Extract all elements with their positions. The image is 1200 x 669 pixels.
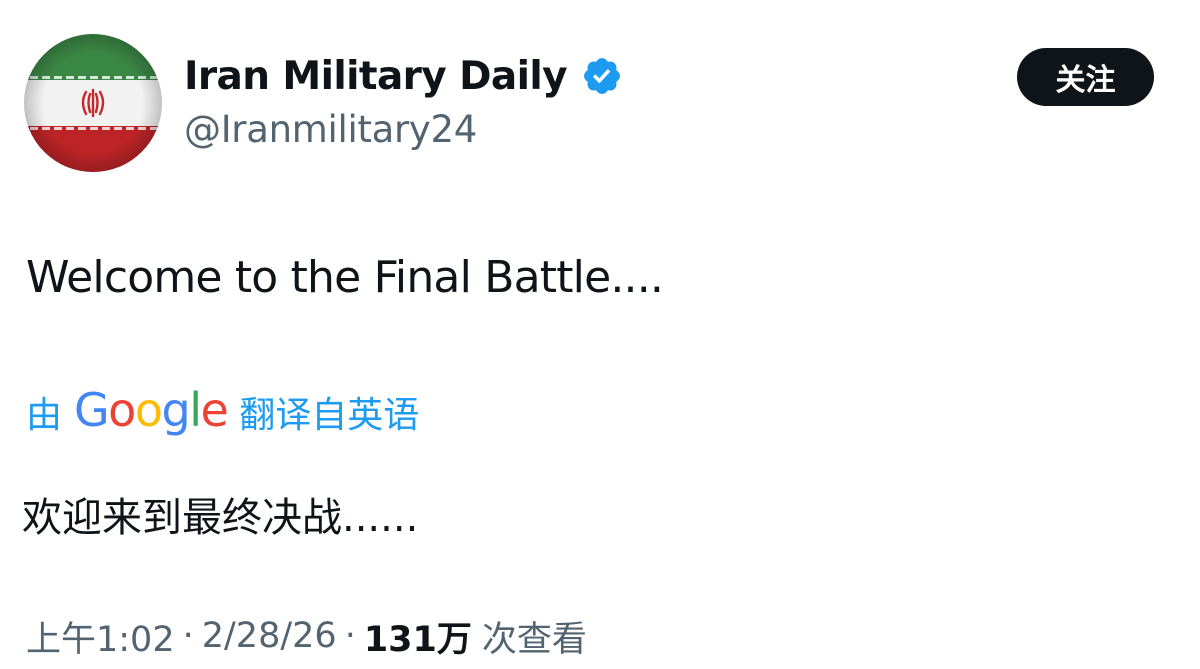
translated-by-google-link[interactable]: 由 Google 翻译自英语 <box>26 382 419 442</box>
translated-tweet-text: 欢迎来到最终决战...... <box>22 495 419 541</box>
meta-separator: · <box>182 616 194 656</box>
views-count: 131万 <box>363 619 472 660</box>
follow-button[interactable]: 关注 <box>1017 48 1154 106</box>
tweet-time[interactable]: 上午1:02 <box>26 611 175 662</box>
tweet-text: Welcome to the Final Battle.... <box>26 252 664 303</box>
tweet-meta: 上午1:02 · 2/28/26 · 131万 次查看 <box>26 608 587 664</box>
google-logo-icon: Google <box>74 383 229 437</box>
translate-prefix: 由 <box>26 395 63 436</box>
author-name-row[interactable]: Iran Military Daily <box>184 46 623 106</box>
verified-badge-icon <box>581 55 623 97</box>
tweet-date[interactable]: 2/28/26 <box>202 616 337 656</box>
iran-flag-avatar-icon <box>24 34 162 172</box>
translate-suffix: 翻译自英语 <box>239 395 420 436</box>
meta-separator: · <box>344 616 356 656</box>
author-handle[interactable]: @Iranmilitary24 <box>184 108 477 151</box>
views-label: 次查看 <box>481 619 587 660</box>
avatar[interactable] <box>24 34 162 172</box>
author-display-name[interactable]: Iran Military Daily <box>184 54 568 99</box>
